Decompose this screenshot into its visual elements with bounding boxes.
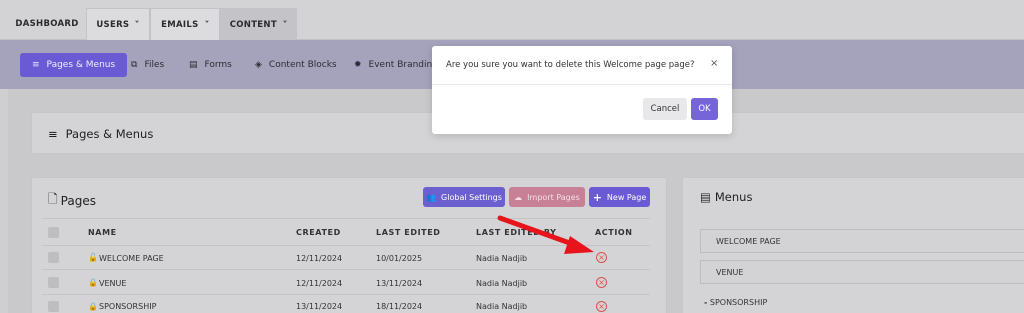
confirm-delete-dialog: Are you sure you want to delete this Wel… [432, 46, 732, 134]
cancel-label: Cancel [650, 104, 680, 114]
ok-button[interactable]: OK [691, 98, 718, 120]
dialog-message: Are you sure you want to delete this Wel… [446, 60, 695, 70]
divider [432, 84, 732, 85]
cancel-button[interactable]: Cancel [643, 98, 687, 120]
close-icon[interactable]: × [710, 58, 718, 69]
ok-label: OK [698, 104, 711, 114]
